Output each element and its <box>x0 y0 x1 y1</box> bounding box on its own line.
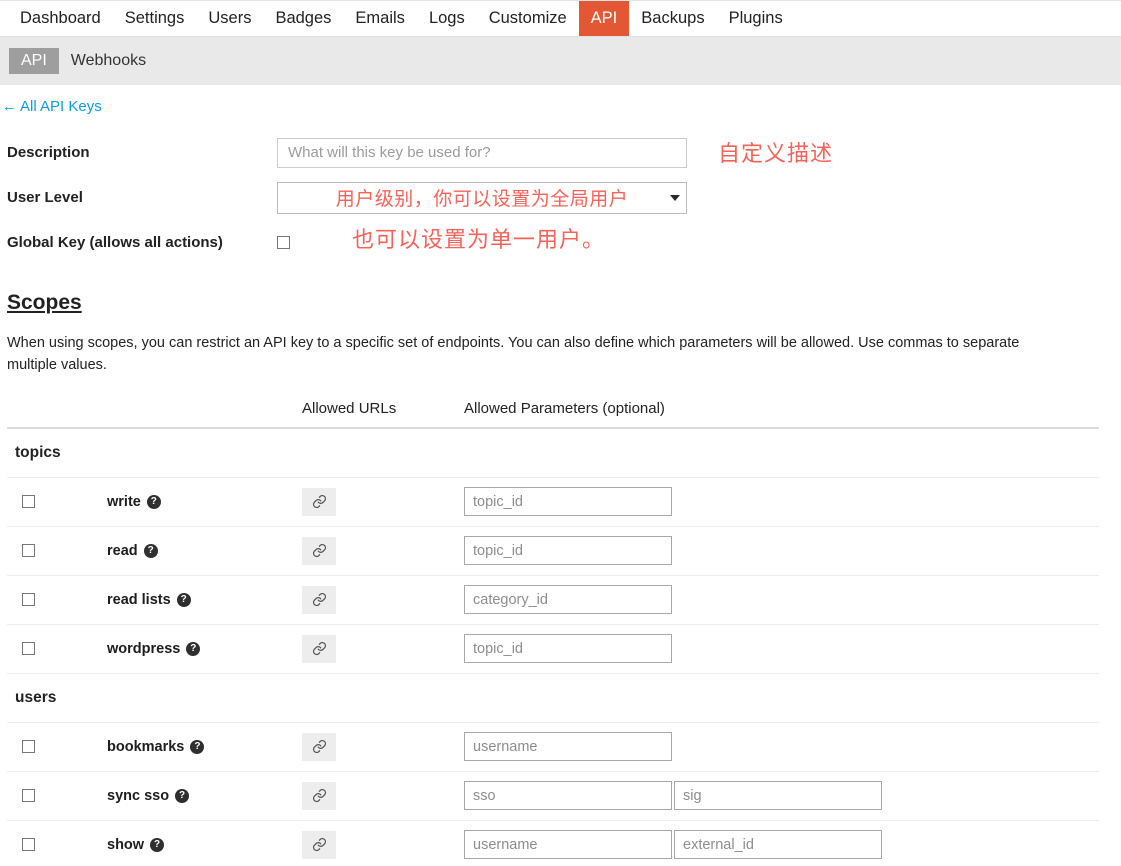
api-key-form: Description User Level 用户级别，你可以设置为全局用户 G… <box>0 130 1121 265</box>
header-allowed-parameters: Allowed Parameters (optional) <box>464 400 1100 429</box>
annotation-description: 自定义描述 <box>718 141 834 166</box>
scope-checkbox-write[interactable] <box>22 495 35 508</box>
back-link-label: All API Keys <box>20 98 102 115</box>
help-icon[interactable]: ? <box>186 641 201 656</box>
top-nav-label: Plugins <box>728 9 783 27</box>
scope-param-input[interactable] <box>464 781 672 810</box>
top-nav-item-settings[interactable]: Settings <box>113 1 197 36</box>
global-key-label: Global Key (allows all actions) <box>7 234 223 251</box>
scope-param-input[interactable] <box>464 487 672 516</box>
top-nav-item-users[interactable]: Users <box>196 1 263 36</box>
scope-group-header-topics: topics <box>7 428 1100 478</box>
scopes-description: When using scopes, you can restrict an A… <box>7 335 1020 373</box>
top-nav-item-customize[interactable]: Customize <box>477 1 579 36</box>
scope-param-input[interactable] <box>464 634 672 663</box>
help-icon[interactable]: ? <box>150 837 165 852</box>
table-row: sync sso? <box>7 771 1100 821</box>
group-name: topics <box>15 443 61 461</box>
description-label: Description <box>7 144 90 161</box>
scope-checkbox-show[interactable] <box>22 838 35 851</box>
top-navigation-bar: Dashboard Settings Users Badges Emails L… <box>0 0 1121 37</box>
link-icon[interactable] <box>302 732 336 761</box>
help-icon[interactable]: ? <box>190 739 205 754</box>
scope-param-input[interactable] <box>464 830 672 859</box>
scope-label: read lists <box>107 591 171 608</box>
chevron-down-icon <box>670 194 680 201</box>
top-nav-label: Badges <box>275 9 332 27</box>
top-nav-item-backups[interactable]: Backups <box>629 1 716 36</box>
scopes-heading: Scopes <box>7 291 82 314</box>
top-nav-label: Settings <box>124 9 185 27</box>
arrow-left-icon: ← <box>2 98 17 115</box>
group-name: users <box>15 688 57 706</box>
scope-param-input-secondary[interactable] <box>674 781 882 810</box>
user-level-row: User Level 用户级别，你可以设置为全局用户 <box>0 175 1121 220</box>
table-row: read lists? <box>7 575 1100 625</box>
top-nav-item-plugins[interactable]: Plugins <box>717 1 795 36</box>
scope-label: read <box>107 542 138 559</box>
back-to-all-api-keys-link[interactable]: ← All API Keys <box>2 98 102 115</box>
table-row: show? <box>7 820 1100 866</box>
link-icon[interactable] <box>302 830 336 859</box>
scope-checkbox-bookmarks[interactable] <box>22 740 35 753</box>
top-nav-label: Backups <box>641 9 705 27</box>
help-icon[interactable]: ? <box>175 788 190 803</box>
user-level-label: User Level <box>7 189 83 206</box>
table-row: bookmarks? <box>7 722 1100 772</box>
top-nav-item-dashboard[interactable]: Dashboard <box>8 1 113 36</box>
top-nav-label: Customize <box>488 9 567 27</box>
top-nav-item-api[interactable]: API <box>578 1 630 36</box>
scope-param-input[interactable] <box>464 585 672 614</box>
help-icon[interactable]: ? <box>176 592 191 607</box>
description-input[interactable] <box>277 137 687 168</box>
user-level-select[interactable]: 用户级别，你可以设置为全局用户 <box>277 181 687 214</box>
scope-param-input[interactable] <box>464 536 672 565</box>
user-level-selected-value: 用户级别，你可以设置为全局用户 <box>335 189 629 210</box>
link-icon[interactable] <box>302 487 336 516</box>
global-key-checkbox[interactable] <box>277 236 290 249</box>
header-allowed-urls: Allowed URLs <box>302 400 464 429</box>
sub-nav-item-api[interactable]: API <box>9 48 59 74</box>
table-row: wordpress? <box>7 624 1100 674</box>
scope-label: bookmarks <box>107 738 185 755</box>
table-row: write? <box>7 477 1100 527</box>
sub-nav-item-webhooks[interactable]: Webhooks <box>59 48 158 74</box>
link-icon[interactable] <box>302 634 336 663</box>
top-nav-label: Users <box>208 9 252 27</box>
scope-checkbox-read-lists[interactable] <box>22 593 35 606</box>
scope-label: wordpress <box>107 640 181 657</box>
help-icon[interactable]: ? <box>143 543 158 558</box>
header-scope-name <box>107 400 302 429</box>
scope-label: write <box>107 493 141 510</box>
help-icon[interactable]: ? <box>146 494 161 509</box>
top-nav-item-logs[interactable]: Logs <box>417 1 477 36</box>
table-row: read? <box>7 526 1100 576</box>
sub-nav-label: Webhooks <box>70 52 147 69</box>
top-nav-label: Logs <box>428 9 465 27</box>
sub-navigation-bar: API Webhooks <box>0 37 1121 85</box>
scopes-table: Allowed URLs Allowed Parameters (optiona… <box>7 400 1100 866</box>
link-icon[interactable] <box>302 536 336 565</box>
header-checkbox <box>7 400 107 429</box>
sub-nav-label: API <box>21 52 47 69</box>
link-icon[interactable] <box>302 585 336 614</box>
top-nav-label: Emails <box>355 9 405 27</box>
scope-label: show <box>107 836 145 853</box>
top-nav-label: API <box>590 9 618 27</box>
scopes-table-wrapper: Allowed URLs Allowed Parameters (optiona… <box>0 400 1121 866</box>
scope-label: sync sso <box>107 787 170 804</box>
scope-checkbox-read[interactable] <box>22 544 35 557</box>
description-row: Description <box>0 130 1121 175</box>
annotation-global-key: 也可以设置为单一用户。 <box>352 227 606 252</box>
scope-param-input[interactable] <box>464 732 672 761</box>
top-nav-item-badges[interactable]: Badges <box>263 1 343 36</box>
top-nav-label: Dashboard <box>20 9 101 27</box>
scopes-table-header-row: Allowed URLs Allowed Parameters (optiona… <box>7 400 1100 429</box>
scope-checkbox-wordpress[interactable] <box>22 642 35 655</box>
scope-param-input-secondary[interactable] <box>674 830 882 859</box>
scope-group-header-users: users <box>7 673 1100 723</box>
top-nav-item-emails[interactable]: Emails <box>343 1 417 36</box>
scope-checkbox-sync-sso[interactable] <box>22 789 35 802</box>
link-icon[interactable] <box>302 781 336 810</box>
